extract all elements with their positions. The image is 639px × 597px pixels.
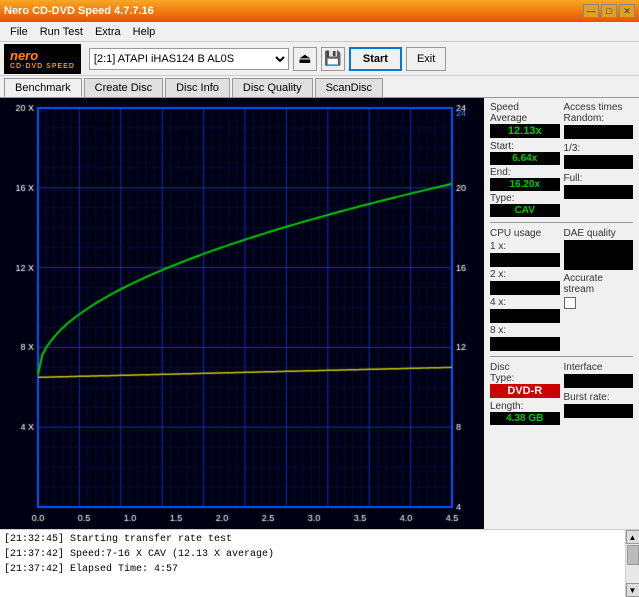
- maximize-button[interactable]: □: [601, 4, 617, 18]
- dae-value: [564, 240, 634, 270]
- accurate-stream-checkbox[interactable]: [564, 297, 576, 309]
- right-panel: Speed Average 12.13x Start: 6.64x End: 1…: [484, 98, 639, 529]
- random-label: Random:: [564, 113, 634, 124]
- disc-type-label: Type:: [490, 373, 560, 384]
- burst-value: [564, 404, 634, 418]
- log-entry-0: [21:32:45] Starting transfer rate test: [4, 532, 621, 547]
- interface-section: Interface Burst rate:: [564, 362, 634, 425]
- disc-length-value: 4.38 GB: [490, 412, 560, 425]
- log-area: [21:32:45] Starting transfer rate test […: [0, 529, 639, 597]
- chart-container: [0, 98, 484, 529]
- burst-label: Burst rate:: [564, 392, 634, 403]
- cpu-section: CPU usage 1 x: 2 x: 4 x: 8 x:: [490, 228, 560, 351]
- save-button[interactable]: 💾: [321, 47, 345, 71]
- random-value: [564, 125, 634, 139]
- logo-main: nero: [10, 48, 75, 63]
- access-section: Access times Random: 1/3: Full:: [564, 102, 634, 217]
- tab-disc-quality[interactable]: Disc Quality: [232, 78, 313, 97]
- menu-bar: File Run Test Extra Help: [0, 22, 639, 42]
- speed-section: Speed Average 12.13x Start: 6.64x End: 1…: [490, 102, 560, 217]
- tab-disc-info[interactable]: Disc Info: [165, 78, 230, 97]
- divider-2: [490, 356, 633, 357]
- accurate-label: Accurate: [564, 273, 634, 284]
- speed-chart: [0, 98, 484, 529]
- log-entry-2: [21:37:42] Elapsed Time: 4:57: [4, 562, 621, 577]
- log-content: [21:32:45] Starting transfer rate test […: [0, 530, 625, 597]
- drive-selector[interactable]: [2:1] ATAPI iHAS124 B AL0S: [89, 48, 289, 70]
- tabs-bar: Benchmark Create Disc Disc Info Disc Qua…: [0, 76, 639, 98]
- title-bar: Nero CD-DVD Speed 4.7.7.16 — □ ✕: [0, 0, 639, 22]
- app-title: Nero CD-DVD Speed 4.7.7.16: [4, 5, 154, 17]
- logo: nero CD·DVD SPEED: [4, 44, 81, 74]
- disc-interface-row: Disc Type: DVD-R Length: 4.38 GB Interfa…: [490, 362, 633, 425]
- tab-benchmark[interactable]: Benchmark: [4, 78, 82, 97]
- menu-run-test[interactable]: Run Test: [34, 24, 89, 40]
- log-entry-1: [21:37:42] Speed:7-16 X CAV (12.13 X ave…: [4, 547, 621, 562]
- full-label: Full:: [564, 173, 634, 184]
- type-label: Type:: [490, 193, 560, 204]
- cpu-1x-value: [490, 253, 560, 267]
- end-label: End:: [490, 167, 560, 178]
- main-content: Speed Average 12.13x Start: 6.64x End: 1…: [0, 98, 639, 529]
- start-button[interactable]: Start: [349, 47, 402, 71]
- scroll-track: [626, 544, 639, 583]
- accurate-stream-row: [564, 297, 634, 309]
- scroll-down-button[interactable]: ▼: [626, 583, 639, 597]
- access-title: Access times: [564, 102, 634, 113]
- dae-section: DAE quality Accurate stream: [564, 228, 634, 351]
- disc-type-value: DVD-R: [490, 384, 560, 398]
- tab-create-disc[interactable]: Create Disc: [84, 78, 163, 97]
- scroll-thumb[interactable]: [627, 545, 639, 565]
- cpu-2x-value: [490, 281, 560, 295]
- cpu-4x-value: [490, 309, 560, 323]
- title-bar-left: Nero CD-DVD Speed 4.7.7.16: [4, 5, 154, 17]
- interface-title: Interface: [564, 362, 634, 373]
- cpu-8x-value: [490, 337, 560, 351]
- start-value: 6.64x: [490, 152, 560, 165]
- one-third-label: 1/3:: [564, 143, 634, 154]
- exit-button[interactable]: Exit: [406, 47, 446, 71]
- cpu-4x-label: 4 x:: [490, 297, 560, 308]
- disc-title: Disc: [490, 362, 560, 373]
- scroll-up-button[interactable]: ▲: [626, 530, 639, 544]
- one-third-value: [564, 155, 634, 169]
- stream-label: stream: [564, 284, 634, 295]
- speed-access-row: Speed Average 12.13x Start: 6.64x End: 1…: [490, 102, 633, 217]
- menu-extra[interactable]: Extra: [89, 24, 127, 40]
- disc-section: Disc Type: DVD-R Length: 4.38 GB: [490, 362, 560, 425]
- speed-title: Speed: [490, 102, 560, 113]
- minimize-button[interactable]: —: [583, 4, 599, 18]
- toolbar: nero CD·DVD SPEED [2:1] ATAPI iHAS124 B …: [0, 42, 639, 76]
- close-button[interactable]: ✕: [619, 4, 635, 18]
- log-scrollbar: ▲ ▼: [625, 530, 639, 597]
- menu-file[interactable]: File: [4, 24, 34, 40]
- average-label: Average: [490, 113, 560, 124]
- end-value: 16.20x: [490, 178, 560, 191]
- dae-title: DAE quality: [564, 228, 634, 239]
- average-value: 12.13x: [490, 124, 560, 138]
- start-label: Start:: [490, 141, 560, 152]
- cpu-2x-label: 2 x:: [490, 269, 560, 280]
- type-value: CAV: [490, 204, 560, 217]
- title-bar-controls: — □ ✕: [583, 4, 635, 18]
- cpu-interface-row: CPU usage 1 x: 2 x: 4 x: 8 x:: [490, 228, 633, 351]
- tab-scandisk[interactable]: ScanDisc: [315, 78, 383, 97]
- menu-help[interactable]: Help: [127, 24, 162, 40]
- cpu-8x-label: 8 x:: [490, 325, 560, 336]
- interface-value: [564, 374, 634, 388]
- logo-sub: CD·DVD SPEED: [10, 63, 75, 70]
- cpu-title: CPU usage: [490, 228, 560, 239]
- disc-length-label: Length:: [490, 401, 560, 412]
- full-value: [564, 185, 634, 199]
- divider-1: [490, 222, 633, 223]
- eject-button[interactable]: ⏏: [293, 47, 317, 71]
- cpu-1x-label: 1 x:: [490, 241, 560, 252]
